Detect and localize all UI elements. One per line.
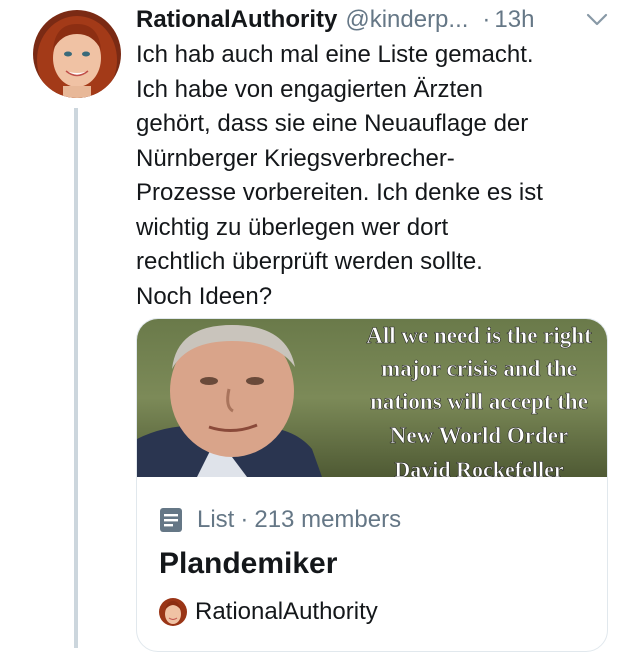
tweet-text-line: Ich hab auch mal eine Liste gemacht. [136,41,534,68]
owner-name: RationalAuthority [195,598,378,625]
image-attribution: David Rockefeller [394,457,563,477]
list-card[interactable]: All we need is the right major crisis an… [136,318,608,652]
thread-line [74,108,78,648]
tweet-text-line: Prozesse vorbereiten. Ich denke es ist [136,179,543,206]
user-handle[interactable]: @kinderp... [345,6,468,34]
separator-dot: · [240,506,249,533]
image-quote-line: nations will accept the [370,389,588,414]
list-owner[interactable]: RationalAuthority [159,597,378,627]
display-name[interactable]: RationalAuthority [136,6,337,34]
list-type-label: List [197,506,235,533]
timestamp[interactable]: 13h [494,6,534,34]
separator-dot: · [482,6,491,33]
tweet-text-line: Nürnberger Kriegsverbrecher- [136,144,455,172]
chevron-down-icon[interactable] [586,13,608,27]
card-image: All we need is the right major crisis an… [137,319,607,482]
tweet-header: RationalAuthority @kinderp... · 13h [136,4,616,36]
tweet-text: Ich hab auch mal eine Liste gemacht. Ich… [136,38,616,314]
tweet-text-line: wichtig zu überlegen wer dort [136,213,449,241]
tweet-text-line: Noch Ideen? [136,282,273,310]
image-quote-line: All we need is the right [366,323,592,348]
list-icon [160,508,182,532]
avatar[interactable] [33,10,121,98]
member-count[interactable]: 213 members [254,506,401,534]
tweet-text-line: gehört, dass sie eine Neuauflage der [136,110,529,137]
list-title[interactable]: Plandemiker [159,547,337,581]
image-quote-line: major crisis and the [381,356,577,381]
tweet-text-line: rechtlich überprüft werden sollte. [136,248,483,275]
owner-avatar [159,598,187,626]
list-meta: List · 213 members [159,505,401,535]
tweet-text-line: Ich habe von engagierten Ärzten [136,75,483,103]
image-quote-line: New World Order [390,423,568,448]
